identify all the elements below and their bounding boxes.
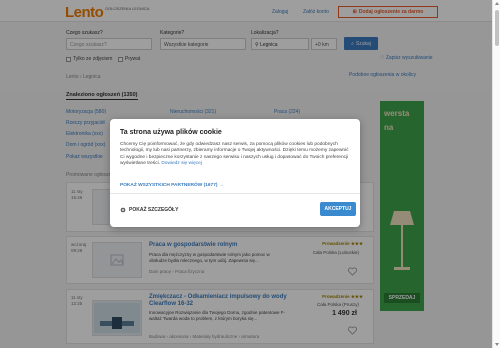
page-scrollbar[interactable] — [492, 0, 500, 348]
show-details-label: POKAŻ SZCZEGÓŁY — [129, 207, 179, 213]
learn-more-link[interactable]: Dowiedz się więcej — [161, 161, 202, 166]
gear-icon — [120, 207, 126, 213]
dialog-divider — [110, 193, 360, 194]
scroll-down-arrow-icon[interactable] — [495, 343, 499, 346]
scrollbar-thumb[interactable] — [495, 10, 499, 46]
cookie-consent-dialog: Ta strona używa plików cookie Chcemy Cię… — [110, 119, 360, 227]
accept-cookies-button[interactable]: AKCEPTUJ — [320, 202, 356, 216]
cookie-text-body: Chcemy Cię poinformować, że gdy odwiedza… — [120, 142, 349, 167]
cookie-dialog-text: Chcemy Cię poinformować, że gdy odwiedza… — [120, 142, 352, 168]
show-partners-link[interactable]: POKAŻ WSZYSTKICH PARTNERÓW (1677) → — [120, 183, 224, 188]
scroll-up-arrow-icon[interactable] — [495, 2, 499, 5]
show-details-button[interactable]: POKAŻ SZCZEGÓŁY — [120, 207, 178, 213]
cookie-dialog-title: Ta strona używa plików cookie — [120, 129, 222, 136]
